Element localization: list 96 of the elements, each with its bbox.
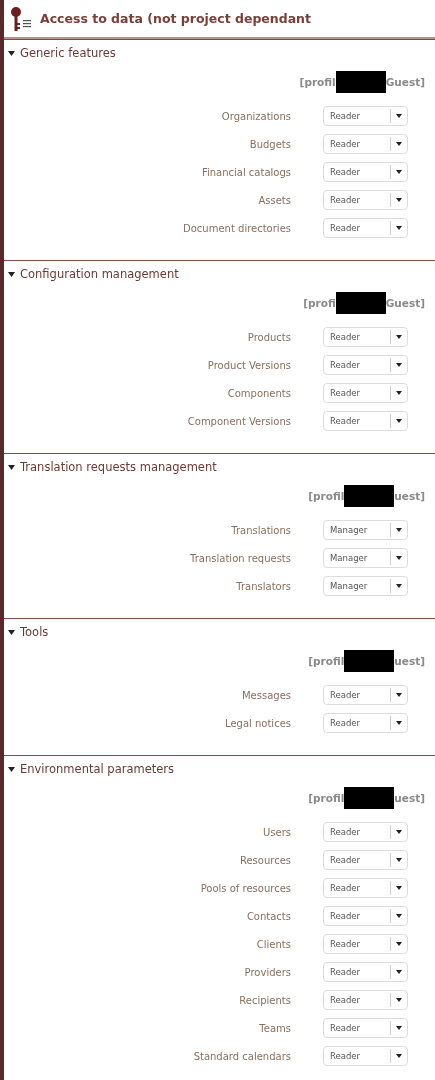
caret-down-icon: [396, 335, 402, 339]
section-header[interactable]: Tools: [4, 619, 435, 641]
profile-label: [profil: [308, 792, 345, 804]
profile-label: [profi: [303, 297, 336, 309]
access-dropdown[interactable]: Reader: [323, 190, 408, 210]
caret-down-icon: [396, 858, 402, 862]
access-label: Standard calendars: [192, 1050, 291, 1062]
profile-label: [profil: [308, 655, 345, 667]
section-header[interactable]: Configuration management: [4, 261, 435, 283]
access-dropdown[interactable]: Reader: [323, 162, 408, 182]
redaction-box: [344, 787, 395, 809]
redaction-box: [344, 485, 395, 507]
access-label: Financial catalogs: [200, 166, 291, 178]
access-label: Teams: [258, 1022, 291, 1034]
section-header[interactable]: Translation requests management: [4, 454, 435, 476]
caret-down-icon: [396, 226, 402, 230]
access-label: Translation requests: [189, 552, 291, 564]
caret-down-icon: [396, 170, 402, 174]
access-dropdown[interactable]: Reader: [323, 1018, 408, 1038]
caret-down-icon: [396, 830, 402, 834]
access-dropdown[interactable]: Reader: [323, 383, 408, 403]
access-dropdown[interactable]: Reader: [323, 713, 408, 733]
profile-label: [profil: [299, 76, 336, 88]
access-dropdown[interactable]: Reader: [323, 218, 408, 238]
caret-down-icon: [396, 198, 402, 202]
access-label: Pools of resources: [199, 882, 291, 894]
access-dropdown[interactable]: Reader: [323, 685, 408, 705]
caret-down-icon: [396, 114, 402, 118]
access-label: Users: [262, 826, 291, 838]
key-list-icon: [10, 5, 32, 32]
profile-label: Guest]: [385, 76, 425, 88]
access-label: Document directories: [182, 222, 291, 234]
access-label: Recipients: [238, 994, 291, 1006]
caret-down-icon: [396, 142, 402, 146]
access-label: Translators: [235, 580, 291, 592]
access-label: Translations: [230, 524, 291, 536]
access-dropdown[interactable]: Reader: [323, 990, 408, 1010]
section-header[interactable]: Environmental parameters: [4, 756, 435, 778]
caret-down-icon: [396, 1054, 402, 1058]
caret-down-icon: [396, 419, 402, 423]
access-dropdown[interactable]: Reader: [323, 962, 408, 982]
access-label: Contacts: [245, 910, 291, 922]
caret-down-icon: [396, 942, 402, 946]
caret-down-icon: [396, 914, 402, 918]
access-label: Assets: [257, 194, 291, 206]
access-label: Legal notices: [224, 717, 291, 729]
access-dropdown[interactable]: Reader: [323, 355, 408, 375]
caret-down-icon: [8, 464, 15, 470]
access-label: Products: [246, 331, 291, 343]
access-dropdown[interactable]: Manager: [323, 520, 408, 540]
profile-label: Guest]: [385, 297, 425, 309]
caret-down-icon: [396, 970, 402, 974]
redaction-box: [335, 71, 386, 93]
access-dropdown[interactable]: Reader: [323, 411, 408, 431]
access-label: Resources: [238, 854, 291, 866]
access-dropdown[interactable]: Reader: [323, 850, 408, 870]
profile-label: uest]: [394, 655, 425, 667]
caret-down-icon: [396, 998, 402, 1002]
access-label: Providers: [243, 966, 291, 978]
access-dropdown[interactable]: Reader: [323, 1046, 408, 1066]
caret-down-icon: [396, 363, 402, 367]
redaction-box: [344, 650, 395, 672]
access-label: Clients: [255, 938, 291, 950]
caret-down-icon: [8, 629, 15, 635]
caret-down-icon: [396, 584, 402, 588]
access-dropdown[interactable]: Reader: [323, 906, 408, 926]
caret-down-icon: [396, 721, 402, 725]
access-dropdown[interactable]: Reader: [323, 106, 408, 126]
access-label: Component Versions: [186, 415, 291, 427]
profile-label: uest]: [394, 490, 425, 502]
access-dropdown[interactable]: Reader: [323, 878, 408, 898]
section-header[interactable]: Generic features: [4, 40, 435, 62]
caret-down-icon: [396, 528, 402, 532]
caret-down-icon: [396, 886, 402, 890]
caret-down-icon: [396, 1026, 402, 1030]
caret-down-icon: [8, 50, 15, 56]
caret-down-icon: [396, 693, 402, 697]
profile-label: uest]: [394, 792, 425, 804]
redaction-box: [335, 292, 386, 314]
access-label: Components: [226, 387, 291, 399]
access-dropdown[interactable]: Manager: [323, 576, 408, 596]
caret-down-icon: [8, 766, 15, 772]
access-dropdown[interactable]: Reader: [323, 134, 408, 154]
access-dropdown[interactable]: Reader: [323, 822, 408, 842]
access-dropdown[interactable]: Reader: [323, 934, 408, 954]
caret-down-icon: [396, 391, 402, 395]
caret-down-icon: [8, 271, 15, 277]
access-label: Messages: [240, 689, 291, 701]
caret-down-icon: [396, 556, 402, 560]
access-dropdown[interactable]: Reader: [323, 327, 408, 347]
access-label: Product Versions: [206, 359, 291, 371]
profile-label: [profil: [308, 490, 345, 502]
access-label: Organizations: [220, 110, 291, 122]
access-label: Budgets: [248, 138, 291, 150]
access-dropdown[interactable]: Manager: [323, 548, 408, 568]
page-title: Access to data (not project dependant: [40, 11, 311, 26]
